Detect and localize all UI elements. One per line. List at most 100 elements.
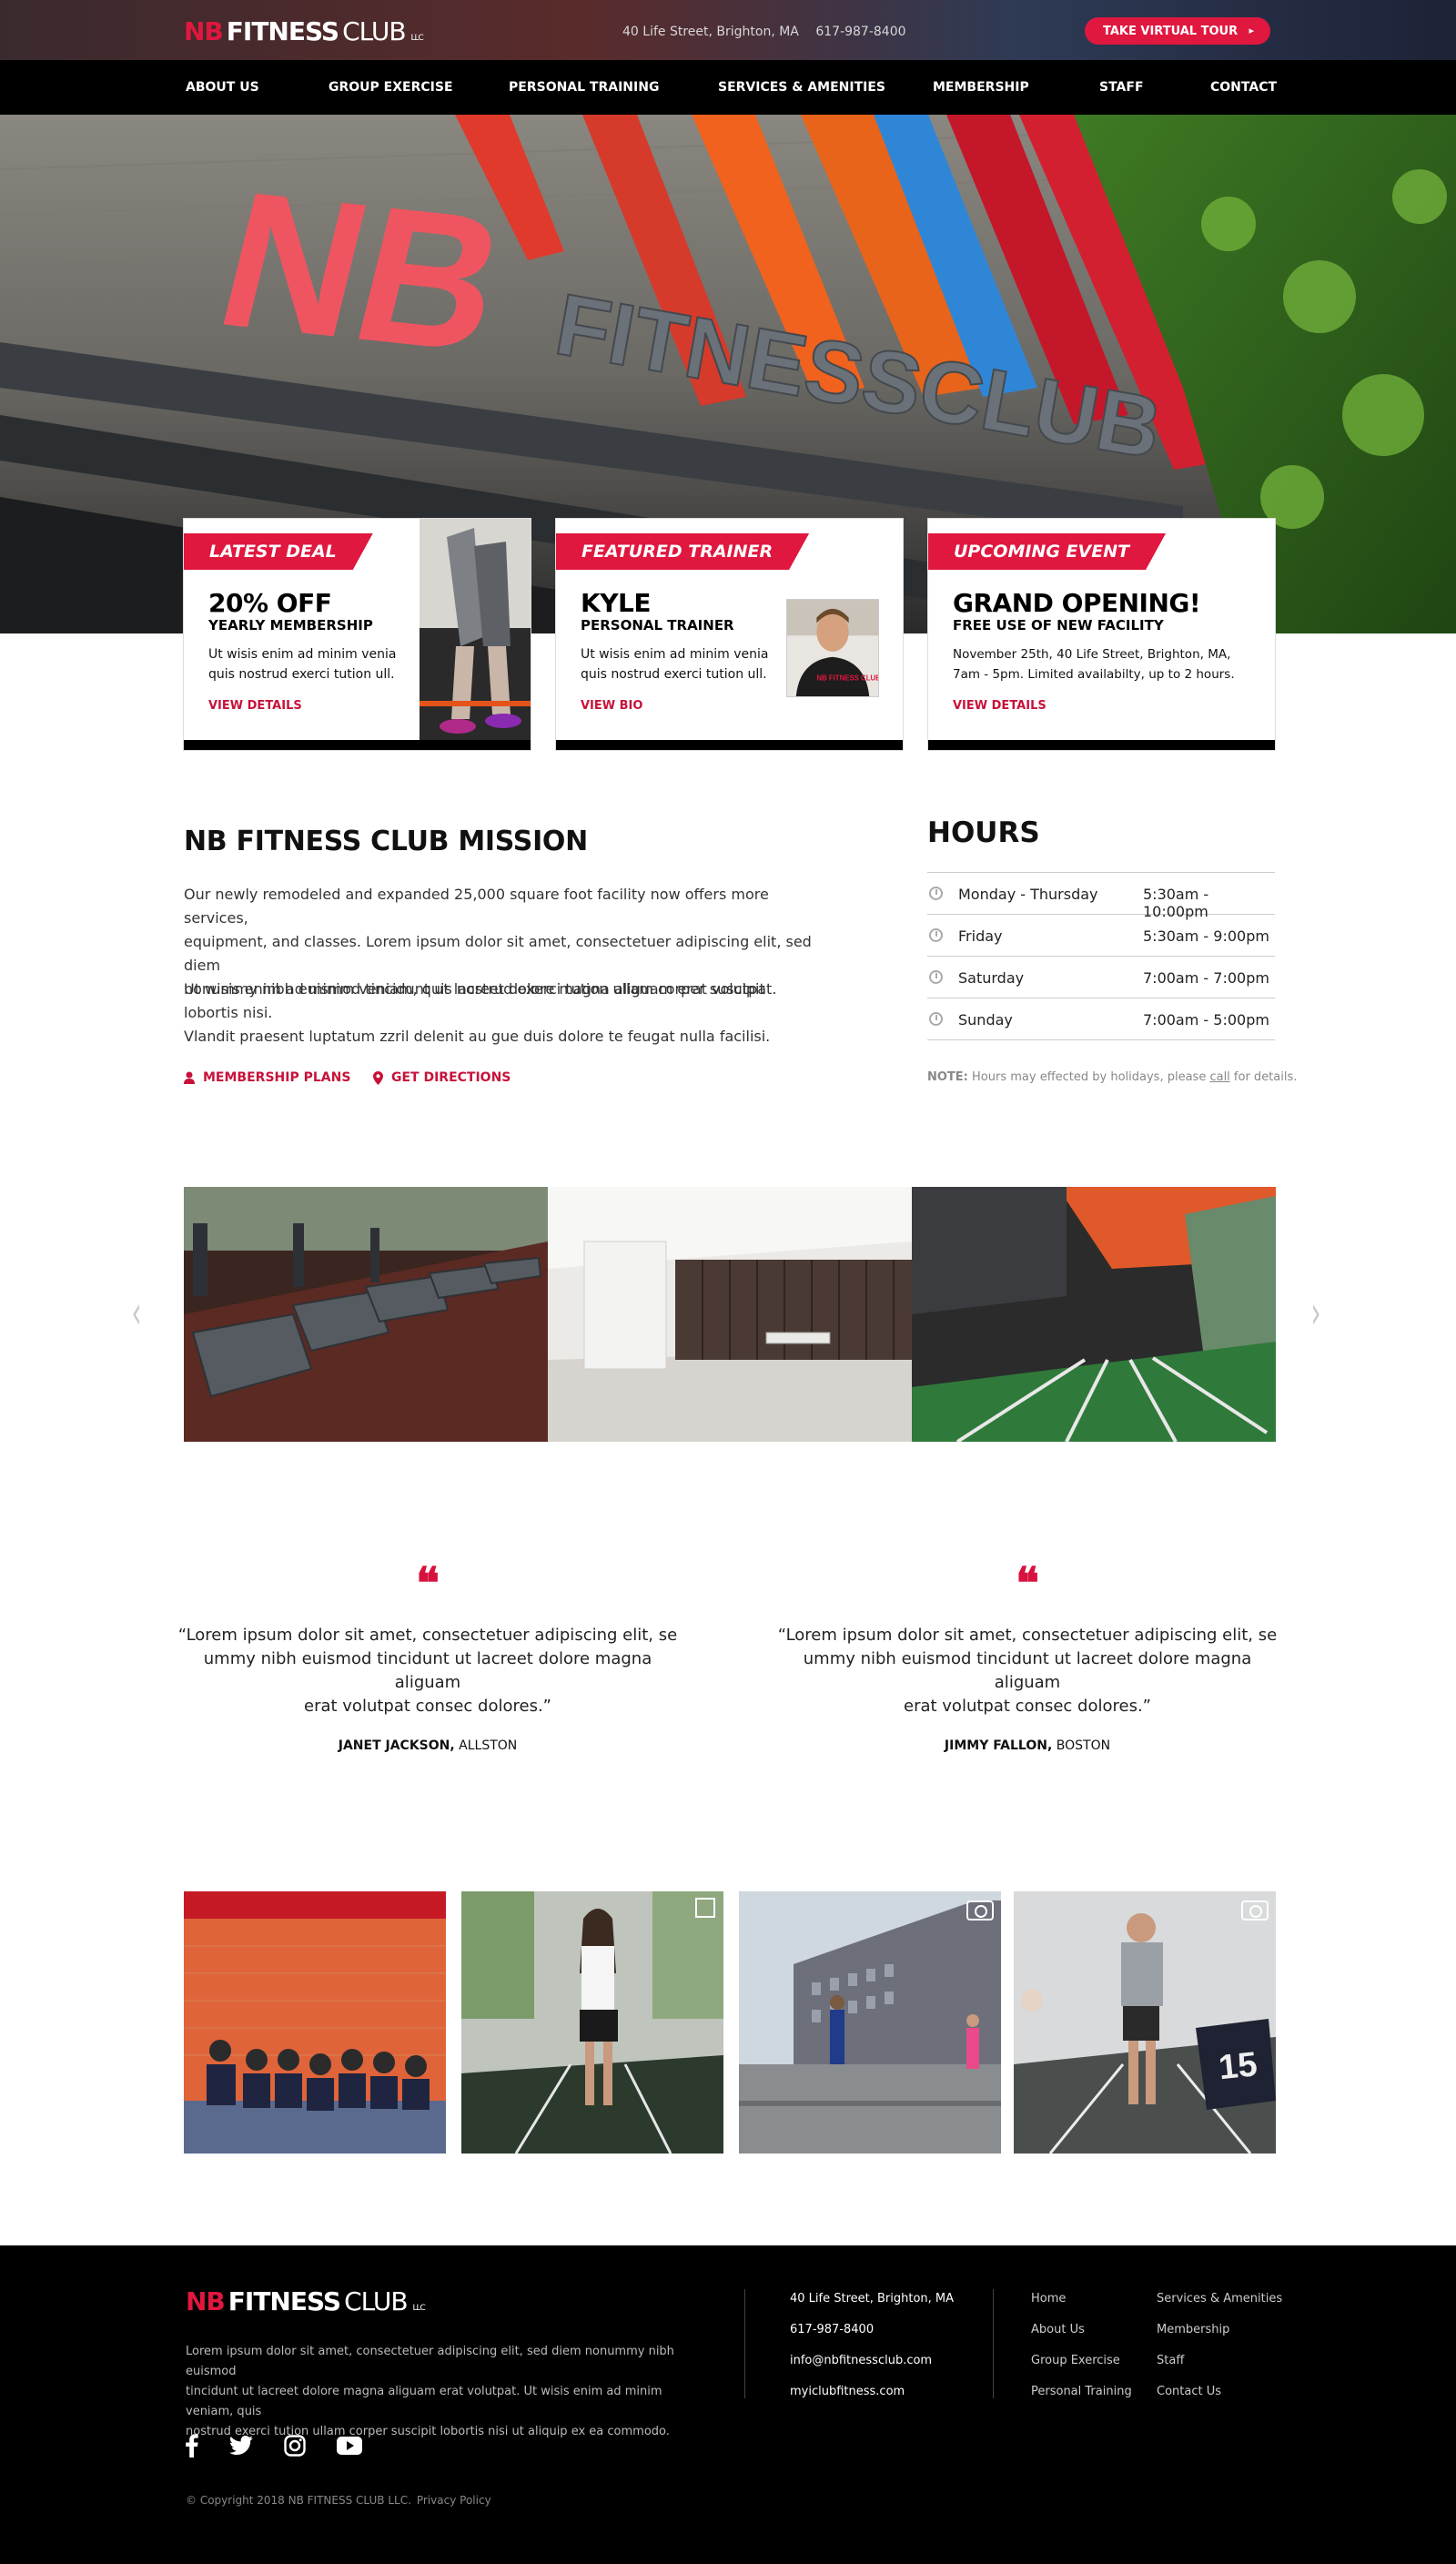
user-icon [184, 1071, 195, 1084]
footer-link-contact-us[interactable]: Contact Us [1157, 2382, 1282, 2413]
header-phone[interactable]: 617-987-8400 [815, 25, 905, 39]
hours-call-link[interactable]: call [1209, 1070, 1229, 1084]
hours-note: NOTE: Hours may effected by holidays, pl… [927, 1070, 1297, 1084]
virtual-tour-label: TAKE VIRTUAL TOUR [1103, 24, 1239, 38]
footer-divider [744, 2289, 745, 2398]
hours-note-label: NOTE: [927, 1070, 968, 1084]
nav-about-us[interactable]: ABOUT US [186, 80, 259, 95]
site-footer: NB FITNESS CLUB LLC Lorem ipsum dolor sit a… [0, 2245, 1456, 2564]
top-header: NB FITNESS CLUB LLC 40 Life Street, Brighto… [0, 0, 1456, 60]
hours-table: Monday - Thursday 5:30am - 10:00pm Friday… [927, 872, 1275, 1040]
mission-p1-line2: equipment, and classes. Lorem ipsum dolo… [184, 933, 812, 974]
footer-links-col2: Services & Amenities Membership Staff Co… [1157, 2289, 1282, 2413]
footer-logo-llc: LLC [412, 2304, 426, 2313]
hours-day: Monday - Thursday [958, 886, 1098, 903]
nav-services-amenities[interactable]: SERVICES & AMENITIES [718, 80, 885, 95]
header-contact: 40 Life Street, Brighton, MA 617-987-840… [622, 25, 906, 39]
footer-site-link[interactable]: myiclubfitness.com [790, 2382, 954, 2413]
footer-link-services-amenities[interactable]: Services & Amenities [1157, 2289, 1282, 2320]
footer-link-home[interactable]: Home [1031, 2289, 1132, 2320]
trainer-role: PERSONAL TRAINER [581, 617, 734, 633]
deal-body-line1: Ut wisis enim ad minim venia [208, 647, 397, 662]
footer-link-about-us[interactable]: About Us [1031, 2320, 1132, 2351]
event-view-details-link[interactable]: VIEW DETAILS [953, 699, 1046, 713]
logo-nb: NB [184, 16, 224, 46]
nav-group-exercise[interactable]: GROUP EXERCISE [329, 80, 453, 95]
testimonial-author: JIMMY FALLON, BOSTON [773, 1738, 1282, 1753]
footer-link-membership[interactable]: Membership [1157, 2320, 1282, 2351]
author-place: BOSTON [1052, 1738, 1111, 1753]
hours-time: 5:30am - 9:00pm [1143, 927, 1269, 945]
deal-view-details-link[interactable]: VIEW DETAILS [208, 699, 302, 713]
nav-contact[interactable]: CONTACT [1210, 80, 1277, 95]
footer-email[interactable]: info@nbfitnessclub.com [790, 2351, 954, 2382]
membership-plans-link[interactable]: MEMBERSHIP PLANS [184, 1070, 350, 1085]
get-directions-link[interactable]: GET DIRECTIONS [373, 1070, 511, 1085]
map-pin-icon [373, 1070, 383, 1085]
logo-fitness: FITNESS [226, 16, 339, 46]
instagram-medicine-ball-photo: 15 [1014, 1891, 1276, 2154]
social-links [186, 2434, 362, 2458]
hours-row: Friday 5:30am - 9:00pm [927, 915, 1275, 957]
youtube-icon[interactable] [337, 2437, 362, 2455]
gallery-locker-room-image[interactable] [548, 1187, 912, 1442]
testimonial: ❝ “Lorem ipsum dolor sit amet, consectet… [773, 1562, 1282, 1753]
gallery-next-arrow[interactable]: › [1311, 1286, 1321, 1339]
hours-day: Friday [958, 927, 1003, 945]
get-directions-label: GET DIRECTIONS [391, 1070, 511, 1085]
logo-llc: LLC [410, 34, 424, 43]
author-name: JANET JACKSON, [338, 1738, 455, 1753]
mission-p2-line2: Vlandit praesent luptatum zzril delenit … [184, 1028, 771, 1045]
footer-phone[interactable]: 617-987-8400 [790, 2320, 954, 2351]
trainer-photo: NB FITNESS CLUB [786, 599, 879, 697]
gallery-treadmills-image[interactable] [184, 1187, 548, 1442]
twitter-icon[interactable] [229, 2436, 253, 2456]
testimonial-author: JANET JACKSON, ALLSTON [173, 1738, 682, 1753]
nav-membership[interactable]: MEMBERSHIP [933, 80, 1029, 95]
footer-logo-club: CLUB [344, 2286, 408, 2316]
site-logo[interactable]: NB FITNESS CLUB LLC [184, 16, 424, 46]
nav-personal-training[interactable]: PERSONAL TRAINING [509, 80, 659, 95]
mission-p2-line1: Ut wisis enim ad minim veniam, quis nost… [184, 980, 765, 1021]
footer-link-group-exercise[interactable]: Group Exercise [1031, 2351, 1132, 2382]
clock-icon [929, 970, 943, 984]
gallery-prev-arrow[interactable]: ‹ [132, 1286, 142, 1339]
clock-icon [929, 928, 943, 942]
deal-ribbon: LATEST DEAL [184, 533, 373, 570]
gallery-turf-room-image[interactable] [912, 1187, 1276, 1442]
trainer-ribbon: FEATURED TRAINER [556, 533, 809, 570]
facebook-icon[interactable] [186, 2434, 198, 2458]
footer-link-staff[interactable]: Staff [1157, 2351, 1282, 2382]
instagram-post[interactable] [739, 1891, 1001, 2154]
instagram-post[interactable] [184, 1891, 446, 2154]
instagram-post[interactable] [461, 1891, 723, 2154]
trainer-view-bio-link[interactable]: VIEW BIO [581, 699, 642, 713]
trainer-shirt-logo: NB FITNESS CLUB [816, 674, 879, 682]
header-address: 40 Life Street, Brighton, MA [622, 25, 799, 39]
instagram-post[interactable]: 15 [1014, 1891, 1276, 2154]
copyright-text: © Copyright 2018 NB FITNESS CLUB LLC. [186, 2494, 411, 2507]
hours-note-text: Hours may effected by holidays, please [967, 1070, 1210, 1084]
event-body-line1: November 25th, 40 Life Street, Brighton,… [953, 647, 1231, 662]
nav-staff[interactable]: STAFF [1099, 80, 1144, 95]
testimonial-text: “Lorem ipsum dolor sit amet, consectetue… [773, 1624, 1282, 1718]
instagram-group-photo [184, 1891, 446, 2154]
instagram-outdoor-photo [739, 1891, 1001, 2154]
event-card: UPCOMING EVENT GRAND OPENING! FREE USE O… [928, 519, 1275, 750]
deal-card: LATEST DEAL 20% OFF YEARLY MEMBERSHIP Ut… [184, 519, 531, 750]
hours-title: HOURS [927, 816, 1040, 849]
trainer-body-line2: quis nostrud exerci tution ull. [581, 667, 767, 682]
virtual-tour-button[interactable]: TAKE VIRTUAL TOUR ▸ [1085, 17, 1270, 45]
footer-link-personal-training[interactable]: Personal Training [1031, 2382, 1132, 2413]
footer-logo[interactable]: NB FITNESS CLUB LLC [186, 2286, 426, 2316]
footer-desc-line: Lorem ipsum dolor sit amet, consectetuer… [186, 2345, 674, 2378]
author-place: ALLSTON [454, 1738, 518, 1753]
privacy-policy-link[interactable]: Privacy Policy [417, 2494, 491, 2507]
hours-row: Sunday 7:00am - 5:00pm [927, 998, 1275, 1040]
instagram-icon[interactable] [284, 2435, 306, 2457]
logo-club: CLUB [342, 16, 406, 46]
quote-icon: ❝ [416, 1558, 440, 1609]
mission-title: NB FITNESS CLUB MISSION [184, 826, 588, 857]
testimonial: ❝ “Lorem ipsum dolor sit amet, consectet… [173, 1558, 682, 1753]
testimonial-line: erat volutpat consec dolores.” [304, 1697, 551, 1716]
